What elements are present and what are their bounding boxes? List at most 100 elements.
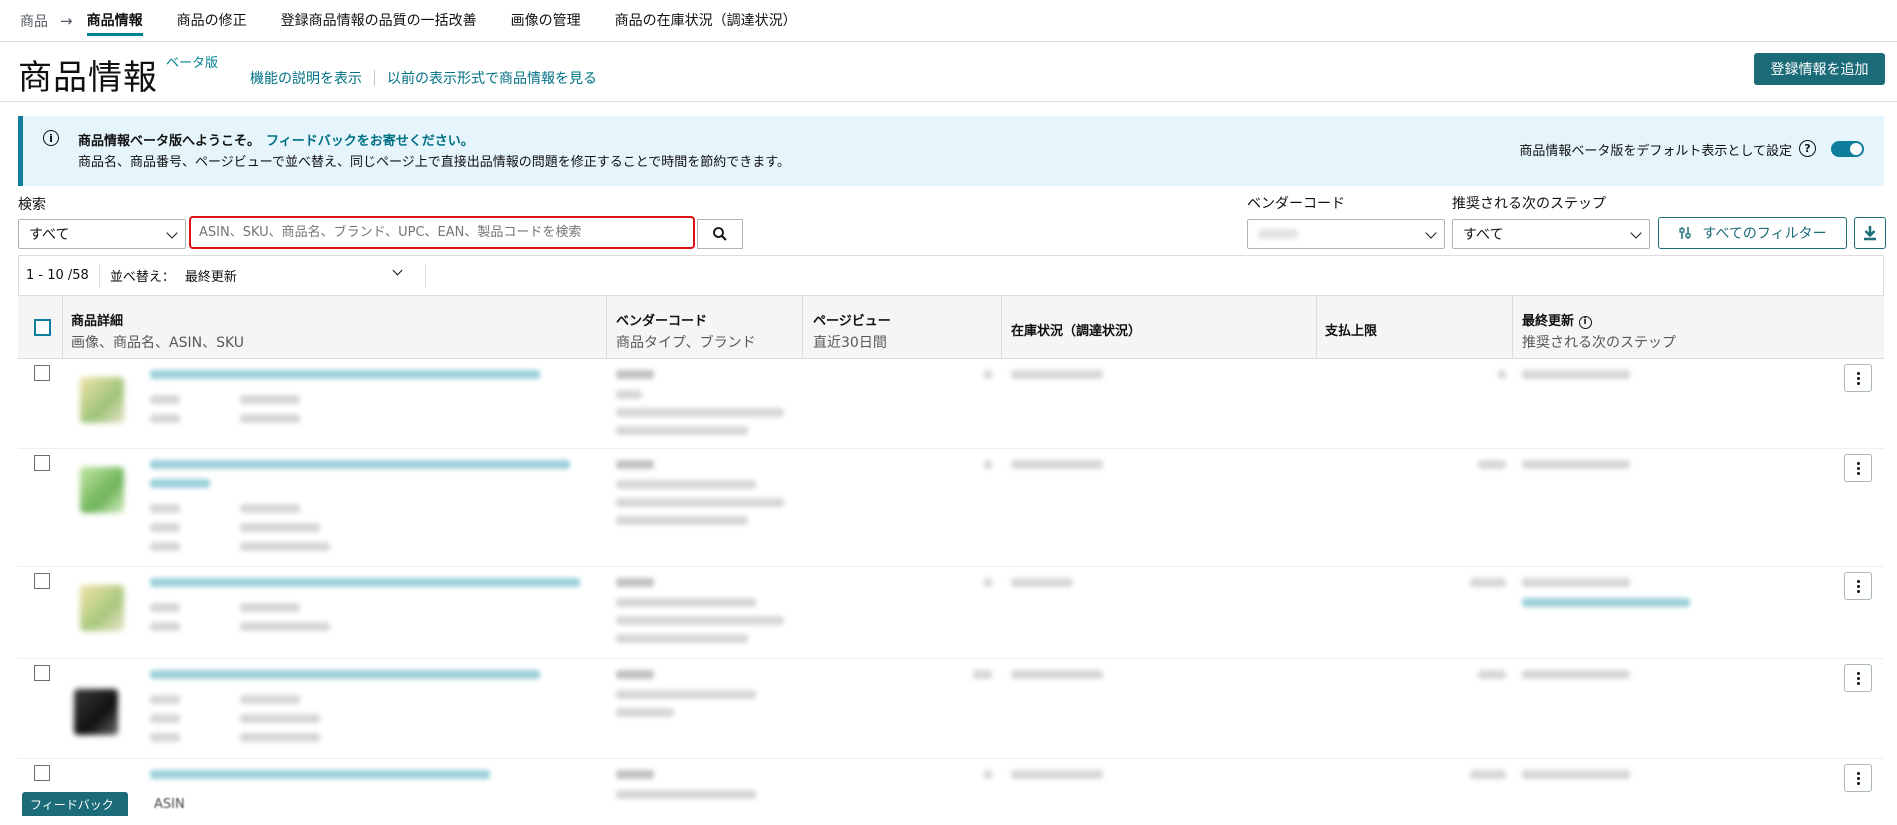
menu-dot-icon — [1856, 579, 1860, 583]
product-title-redacted[interactable] — [150, 460, 570, 469]
col-payment-limit[interactable]: 支払上限 — [1325, 320, 1377, 339]
feedback-link[interactable]: フィードバックをお寄せください。 — [266, 134, 474, 149]
page-views-redacted — [984, 770, 992, 779]
col-title: ページビュー — [813, 314, 891, 329]
row-actions-menu-button[interactable] — [1844, 664, 1872, 692]
product-title-redacted[interactable] — [150, 370, 540, 379]
asin-label: ASIN — [154, 797, 185, 812]
vendor-code-select[interactable] — [1247, 219, 1445, 249]
add-listing-button[interactable]: 登録情報を追加 — [1754, 53, 1885, 85]
upc-value-redacted — [240, 523, 320, 532]
old-view-link[interactable]: 以前の表示形式で商品情報を見る — [387, 68, 597, 88]
row-checkbox[interactable] — [34, 765, 50, 781]
row-actions-menu-button[interactable] — [1844, 572, 1872, 600]
menu-dot-icon — [1856, 466, 1860, 470]
asin-label-redacted — [150, 395, 180, 404]
filter-sliders-icon — [1679, 227, 1692, 239]
page-views-redacted — [973, 670, 992, 679]
product-title-redacted[interactable] — [150, 770, 490, 779]
menu-dot-icon — [1856, 676, 1860, 680]
table-header: 商品詳細 画像、商品名、ASIN、SKU ベンダーコード 商品タイプ、ブランド … — [18, 295, 1884, 359]
column-divider — [606, 296, 607, 358]
all-filters-button[interactable]: すべてのフィルター — [1658, 217, 1847, 249]
divider — [98, 263, 100, 288]
next-step-select[interactable]: すべて — [1452, 219, 1650, 249]
tab-image-manage[interactable]: 画像の管理 — [511, 0, 581, 42]
row-actions-menu-button[interactable] — [1844, 454, 1872, 482]
product-thumbnail — [80, 585, 124, 631]
tab-bulk-quality[interactable]: 登録商品情報の品質の一括改善 — [281, 0, 477, 42]
search-input[interactable] — [189, 216, 695, 249]
asin-label-redacted — [150, 504, 180, 513]
search-button[interactable] — [697, 219, 743, 249]
row-actions-menu-button[interactable] — [1844, 764, 1872, 792]
default-view-toggle[interactable] — [1831, 141, 1864, 157]
col-inventory[interactable]: 在庫状況（調達状況） — [1011, 320, 1141, 339]
page-views-redacted — [984, 460, 992, 469]
results-bar: 1 - 10 /58 並べ替え： 最終更新 — [18, 255, 1884, 295]
asin-value-redacted — [240, 504, 300, 513]
sku-label-redacted — [150, 622, 180, 631]
sort-label: 並べ替え： — [109, 270, 175, 285]
upc-value-redacted — [240, 714, 320, 723]
payment-limit-redacted — [1478, 460, 1506, 469]
sku-value-redacted — [240, 414, 300, 423]
row-checkbox[interactable] — [34, 665, 50, 681]
row-checkbox[interactable] — [34, 365, 50, 381]
info-icon: i — [43, 130, 59, 146]
search-icon — [713, 227, 727, 241]
product-title-redacted[interactable] — [150, 670, 540, 679]
row-checkbox[interactable] — [34, 573, 50, 589]
top-nav: 商品 → 商品情報 商品の修正 登録商品情報の品質の一括改善 画像の管理 商品の… — [0, 0, 1897, 42]
upc-label-redacted — [150, 714, 180, 723]
search-scope-select[interactable]: すべて — [18, 219, 186, 249]
col-product-details[interactable]: 商品詳細 画像、商品名、ASIN、SKU — [71, 310, 244, 352]
product-type-redacted — [616, 790, 756, 799]
brand-redacted — [616, 498, 784, 507]
download-button[interactable] — [1854, 217, 1886, 249]
col-vendor-code[interactable]: ベンダーコード 商品タイプ、ブランド — [616, 310, 756, 352]
feedback-tab[interactable]: フィードバック — [22, 792, 128, 816]
row-checkbox[interactable] — [34, 455, 50, 471]
banner-headline-text: 商品情報ベータ版へようこそ。 — [78, 134, 261, 149]
help-link[interactable]: 機能の説明を表示 — [250, 68, 362, 88]
product-title-redacted[interactable] — [150, 578, 580, 587]
vendor-code-redacted — [616, 370, 654, 379]
asin-value-redacted — [240, 695, 300, 704]
tab-inventory[interactable]: 商品の在庫状況（調達状況） — [615, 0, 797, 42]
info-icon[interactable]: i — [1578, 316, 1592, 329]
asin-value-redacted — [240, 395, 300, 404]
breadcrumb-arrow-icon: → — [60, 11, 73, 30]
select-all-checkbox[interactable] — [34, 319, 51, 336]
payment-limit-redacted — [1478, 670, 1506, 679]
row-actions-menu-button[interactable] — [1844, 364, 1872, 392]
divider — [424, 263, 426, 288]
brand-sub-redacted — [616, 426, 748, 435]
col-subtitle: 推奨される次のステップ — [1522, 335, 1676, 351]
sku-label-redacted — [150, 414, 180, 423]
sort-value: 最終更新 — [184, 270, 237, 285]
last-updated-redacted — [1522, 370, 1630, 379]
column-divider — [1316, 296, 1317, 358]
menu-dot-icon — [1856, 584, 1860, 588]
next-step-link-redacted[interactable] — [1522, 598, 1690, 607]
tab-product-info[interactable]: 商品情報 — [86, 0, 143, 42]
product-type-redacted — [616, 390, 642, 399]
product-title-redacted[interactable] — [150, 479, 210, 488]
default-view-label: 商品情報ベータ版をデフォルト表示として設定 — [1519, 144, 1792, 159]
help-icon[interactable]: ? — [1799, 140, 1816, 157]
table-row — [18, 359, 1884, 449]
col-title: ベンダーコード — [616, 314, 708, 329]
next-step-label: 推奨される次のステップ — [1452, 196, 1606, 212]
col-last-updated[interactable]: 最終更新 i 推奨される次のステップ — [1522, 310, 1676, 352]
column-divider — [1001, 296, 1002, 358]
col-page-views[interactable]: ページビュー 直近30日間 — [813, 310, 891, 352]
welcome-banner: i 商品情報ベータ版へようこそ。 フィードバックをお寄せください。 商品名、商品番… — [18, 116, 1884, 186]
sort-select[interactable]: 最終更新 — [184, 265, 415, 285]
col-title: 商品詳細 — [71, 314, 124, 329]
sku-value-redacted — [240, 622, 330, 631]
page-views-redacted — [984, 370, 992, 379]
asin-label-redacted — [150, 603, 180, 612]
tab-fix-products[interactable]: 商品の修正 — [177, 0, 247, 42]
breadcrumb-root[interactable]: 商品 — [20, 11, 48, 31]
